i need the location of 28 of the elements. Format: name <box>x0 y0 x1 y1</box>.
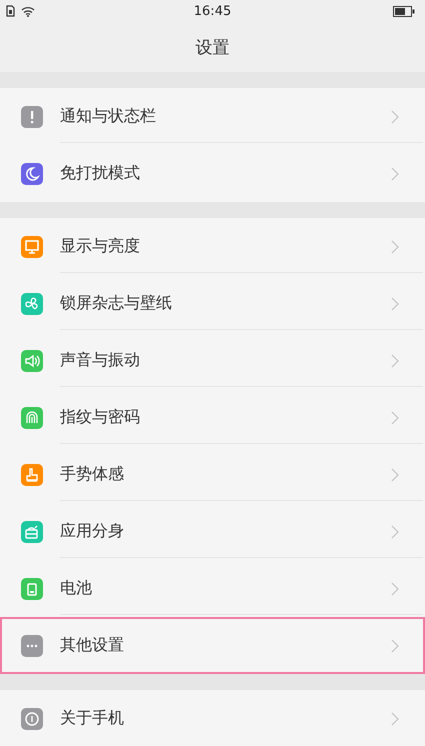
settings-label: 声音与振动 <box>60 350 141 371</box>
settings-label: 免打扰模式 <box>60 163 141 184</box>
settings-label: 锁屏杂志与壁纸 <box>60 293 173 314</box>
settings-label: 指纹与密码 <box>60 407 141 428</box>
settings-label: 其他设置 <box>60 635 125 656</box>
chevron-icon <box>391 712 399 726</box>
sim-icon <box>5 5 15 17</box>
battery-status-icon <box>393 6 415 16</box>
chevron-icon <box>391 582 399 596</box>
chevron-icon <box>391 166 399 180</box>
settings-label: 应用分身 <box>60 521 125 542</box>
chevron-icon <box>391 110 399 124</box>
settings-label: 电池 <box>60 578 93 599</box>
chevron-icon <box>391 638 399 652</box>
chevron-icon <box>391 410 399 424</box>
settings-label: 通知与状态栏 <box>60 106 157 127</box>
clock-time: 16:45 <box>194 4 232 18</box>
chevron-icon <box>391 468 399 482</box>
settings-item[interactable]: 其他设置 <box>0 617 425 674</box>
page-title: 设置 <box>196 36 230 58</box>
settings-label: 关于手机 <box>60 708 125 729</box>
chevron-icon <box>391 354 399 368</box>
chevron-icon <box>391 296 399 310</box>
chevron-icon <box>391 240 399 254</box>
settings-label: 显示与亮度 <box>60 236 141 257</box>
settings-label: 手势体感 <box>60 464 125 485</box>
wifi-icon <box>21 6 35 16</box>
chevron-icon <box>391 524 399 538</box>
